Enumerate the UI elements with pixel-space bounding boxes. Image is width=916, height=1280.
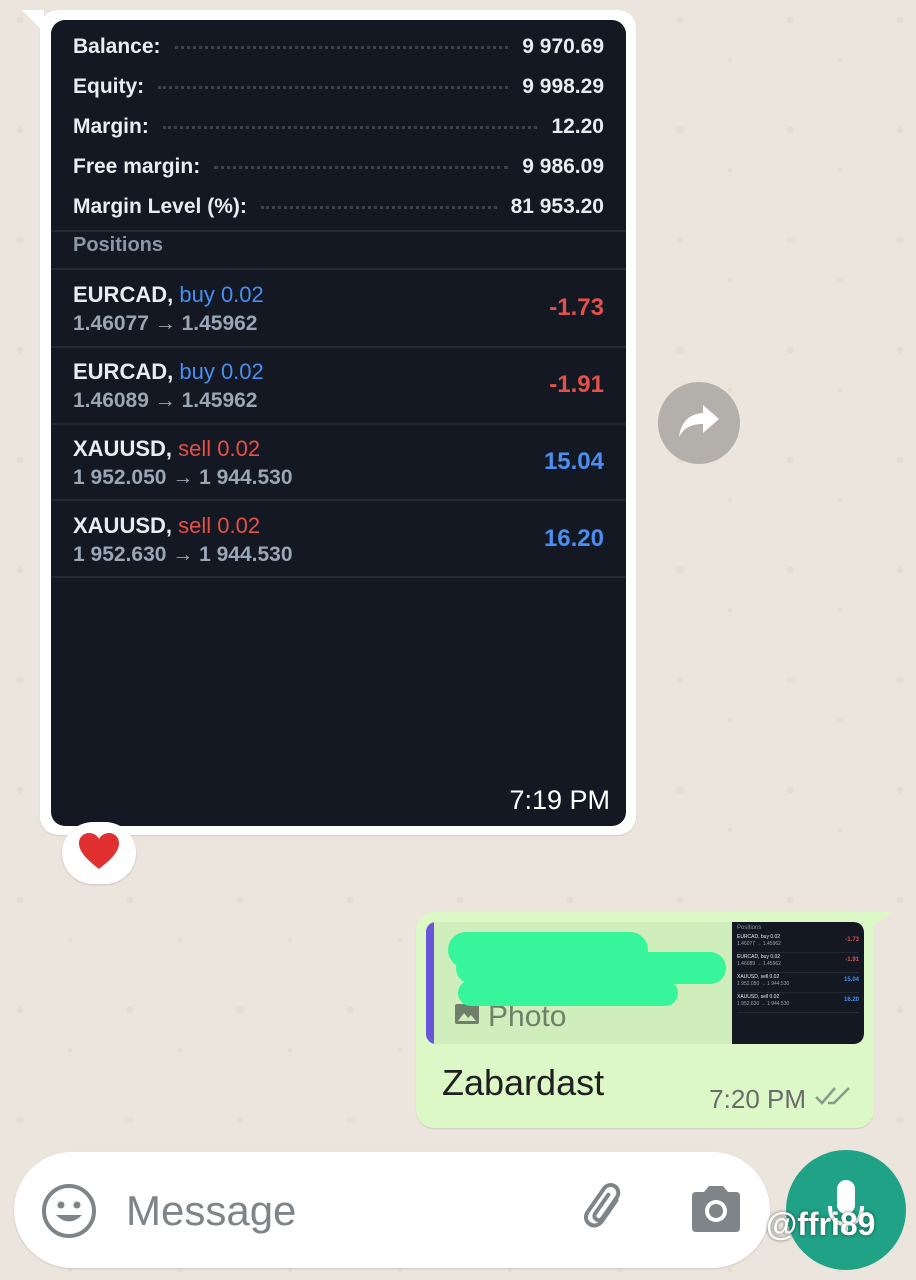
divider bbox=[51, 576, 626, 578]
position-pnl: -1.91 bbox=[549, 371, 604, 398]
account-row-free-margin: Free margin: 9 986.09 bbox=[73, 152, 604, 182]
message-meta: 7:20 PM bbox=[709, 1084, 854, 1115]
heart-icon bbox=[77, 831, 121, 876]
account-label: Margin: bbox=[73, 115, 149, 138]
trading-screenshot[interactable]: Balance: 9 970.69 Equity: 9 998.29 Margi… bbox=[51, 20, 626, 826]
account-value: 81 953.20 bbox=[510, 195, 604, 218]
position-row: EURCAD, buy 0.02 1.46089 → 1.45962 -1.91 bbox=[51, 347, 626, 423]
position-side: buy 0.02 bbox=[179, 282, 264, 307]
account-value: 12.20 bbox=[551, 115, 604, 138]
emoji-icon[interactable] bbox=[40, 1182, 98, 1240]
incoming-image-message[interactable]: Balance: 9 970.69 Equity: 9 998.29 Margi… bbox=[40, 10, 636, 835]
position-side: sell 0.02 bbox=[178, 513, 261, 538]
position-side: sell 0.02 bbox=[178, 436, 261, 461]
position-prices: 1.46089 → 1.45962 bbox=[73, 389, 258, 412]
dotted-leader bbox=[174, 45, 509, 49]
position-pnl: -1.73 bbox=[549, 294, 604, 321]
account-label: Equity: bbox=[73, 75, 145, 98]
divider bbox=[51, 230, 626, 232]
account-label: Margin Level (%): bbox=[73, 195, 247, 218]
position-row: XAUUSD, sell 0.02 1 952.050 → 1 944.530 … bbox=[51, 424, 626, 500]
dotted-leader bbox=[162, 125, 538, 129]
thumb-row: EURCAD, buy 0.02 1.46077 → 1.45962 -1.73 bbox=[737, 934, 859, 953]
thumb-row: EURCAD, buy 0.02 1.46089 → 1.45962 -1.91 bbox=[737, 954, 859, 973]
quoted-reply[interactable]: Photo Positions EURCAD, buy 0.02 1.46077… bbox=[426, 922, 864, 1044]
account-value: 9 998.29 bbox=[522, 75, 604, 98]
position-prices: 1 952.050 → 1 944.530 bbox=[73, 466, 293, 489]
message-timestamp: 7:19 PM bbox=[509, 785, 610, 815]
thumb-row: XAUUSD, sell 0.02 1 952.050 → 1 944.530 … bbox=[737, 974, 859, 993]
account-row-equity: Equity: 9 998.29 bbox=[73, 72, 604, 102]
account-row-margin-level: Margin Level (%): 81 953.20 bbox=[73, 192, 604, 222]
account-row-balance: Balance: 9 970.69 bbox=[73, 32, 604, 62]
dotted-leader bbox=[214, 165, 509, 169]
position-pnl: 15.04 bbox=[543, 448, 604, 475]
position-prices: 1 952.630 → 1 944.530 bbox=[73, 543, 293, 566]
message-text: Zabardast bbox=[442, 1062, 605, 1103]
account-value: 9 970.69 bbox=[522, 35, 604, 58]
account-label: Free margin: bbox=[73, 155, 201, 178]
positions-heading: Positions bbox=[73, 234, 164, 256]
forward-button[interactable] bbox=[658, 382, 740, 464]
quoted-image-thumbnail: Positions EURCAD, buy 0.02 1.46077 → 1.4… bbox=[732, 922, 864, 1044]
account-value: 9 986.09 bbox=[522, 155, 604, 178]
dotted-leader bbox=[260, 205, 497, 209]
position-symbol: EURCAD, buy 0.02 bbox=[73, 359, 264, 384]
position-symbol: EURCAD, buy 0.02 bbox=[73, 282, 264, 307]
dotted-leader bbox=[158, 85, 509, 89]
position-side: buy 0.02 bbox=[179, 359, 264, 384]
thumb-row: XAUUSD, sell 0.02 1 952.630 → 1 944.530 … bbox=[737, 994, 859, 1013]
position-pnl: 16.20 bbox=[543, 525, 604, 552]
position-symbol: XAUUSD, sell 0.02 bbox=[73, 436, 261, 461]
position-row: XAUUSD, sell 0.02 1 952.630 → 1 944.530 … bbox=[51, 501, 626, 577]
account-label: Balance: bbox=[73, 35, 161, 58]
thumb-title: Positions bbox=[737, 925, 762, 931]
heart-reaction[interactable] bbox=[62, 822, 136, 884]
camera-icon[interactable] bbox=[688, 1184, 744, 1234]
watermark: @ffri89 bbox=[766, 1206, 876, 1242]
position-symbol: XAUUSD, sell 0.02 bbox=[73, 513, 261, 538]
outgoing-message[interactable]: Photo Positions EURCAD, buy 0.02 1.46077… bbox=[416, 912, 874, 1128]
position-row: EURCAD, buy 0.02 1.46077 → 1.45962 -1.73 bbox=[51, 270, 626, 346]
paperclip-icon[interactable] bbox=[580, 1182, 636, 1238]
double-check-icon bbox=[814, 1084, 854, 1115]
position-prices: 1.46077 → 1.45962 bbox=[73, 312, 258, 335]
message-timestamp: 7:20 PM bbox=[709, 1084, 806, 1114]
redaction-mark bbox=[458, 980, 678, 1006]
message-composer bbox=[14, 1152, 770, 1268]
forward-icon bbox=[677, 403, 721, 444]
quote-accent-bar bbox=[426, 922, 434, 1044]
account-row-margin: Margin: 12.20 bbox=[73, 112, 604, 142]
message-input[interactable] bbox=[124, 1180, 548, 1242]
